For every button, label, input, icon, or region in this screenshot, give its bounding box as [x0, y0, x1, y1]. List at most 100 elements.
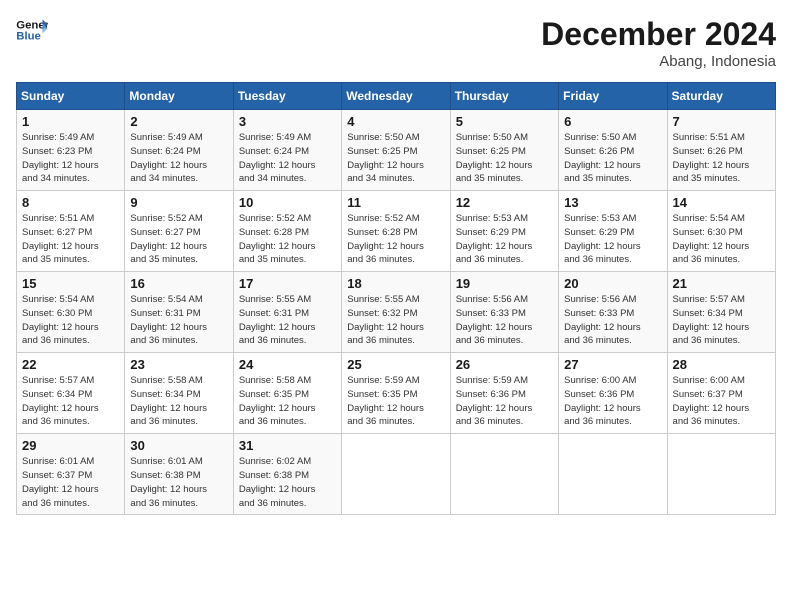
day-info: Sunrise: 6:00 AM Sunset: 6:36 PM Dayligh… — [564, 374, 661, 429]
day-number: 22 — [22, 357, 119, 372]
calendar-cell: 9 Sunrise: 5:52 AM Sunset: 6:27 PM Daylig… — [125, 191, 233, 272]
day-info: Sunrise: 5:52 AM Sunset: 6:28 PM Dayligh… — [347, 212, 444, 267]
day-number: 11 — [347, 195, 444, 210]
calendar-cell: 31 Sunrise: 6:02 AM Sunset: 6:38 PM Dayli… — [233, 434, 341, 515]
day-info: Sunrise: 5:51 AM Sunset: 6:26 PM Dayligh… — [673, 131, 770, 186]
day-number: 26 — [456, 357, 553, 372]
calendar-cell: 20Sunrise: 5:56 AM Sunset: 6:33 PM Dayli… — [559, 272, 667, 353]
day-info: Sunrise: 5:50 AM Sunset: 6:25 PM Dayligh… — [347, 131, 444, 186]
day-info: Sunrise: 5:59 AM Sunset: 6:36 PM Dayligh… — [456, 374, 553, 429]
day-info: Sunrise: 5:49 AM Sunset: 6:23 PM Dayligh… — [22, 131, 119, 186]
calendar-cell: 8 Sunrise: 5:51 AM Sunset: 6:27 PM Daylig… — [17, 191, 125, 272]
day-info: Sunrise: 5:50 AM Sunset: 6:26 PM Dayligh… — [564, 131, 661, 186]
calendar-cell: 17Sunrise: 5:55 AM Sunset: 6:31 PM Dayli… — [233, 272, 341, 353]
day-info: Sunrise: 5:58 AM Sunset: 6:34 PM Dayligh… — [130, 374, 227, 429]
day-info: Sunrise: 5:50 AM Sunset: 6:25 PM Dayligh… — [456, 131, 553, 186]
calendar-cell: 3 Sunrise: 5:49 AM Sunset: 6:24 PM Daylig… — [233, 110, 341, 191]
calendar-cell: 14 Sunrise: 5:54 AM Sunset: 6:30 PM Dayli… — [667, 191, 775, 272]
day-info: Sunrise: 5:54 AM Sunset: 6:30 PM Dayligh… — [673, 212, 770, 267]
day-info: Sunrise: 6:01 AM Sunset: 6:38 PM Dayligh… — [130, 455, 227, 510]
day-info: Sunrise: 5:56 AM Sunset: 6:33 PM Dayligh… — [564, 293, 661, 348]
day-number: 3 — [239, 114, 336, 129]
header-tuesday: Tuesday — [233, 83, 341, 110]
calendar-cell: 5 Sunrise: 5:50 AM Sunset: 6:25 PM Daylig… — [450, 110, 558, 191]
calendar-cell: 30 Sunrise: 6:01 AM Sunset: 6:38 PM Dayli… — [125, 434, 233, 515]
day-info: Sunrise: 5:51 AM Sunset: 6:27 PM Dayligh… — [22, 212, 119, 267]
calendar-body: 1 Sunrise: 5:49 AM Sunset: 6:23 PM Daylig… — [17, 110, 776, 515]
calendar-table: SundayMondayTuesdayWednesdayThursdayFrid… — [16, 82, 776, 515]
day-number: 29 — [22, 438, 119, 453]
day-info: Sunrise: 6:01 AM Sunset: 6:37 PM Dayligh… — [22, 455, 119, 510]
header-monday: Monday — [125, 83, 233, 110]
week-row-5: 29 Sunrise: 6:01 AM Sunset: 6:37 PM Dayli… — [17, 434, 776, 515]
day-info: Sunrise: 5:57 AM Sunset: 6:34 PM Dayligh… — [673, 293, 770, 348]
calendar-cell: 2Sunrise: 5:49 AM Sunset: 6:24 PM Daylig… — [125, 110, 233, 191]
calendar-cell — [342, 434, 450, 515]
day-number: 25 — [347, 357, 444, 372]
header-sunday: Sunday — [17, 83, 125, 110]
calendar-cell: 26 Sunrise: 5:59 AM Sunset: 6:36 PM Dayli… — [450, 353, 558, 434]
calendar-cell — [450, 434, 558, 515]
day-info: Sunrise: 6:02 AM Sunset: 6:38 PM Dayligh… — [239, 455, 336, 510]
day-number: 16 — [130, 276, 227, 291]
header-saturday: Saturday — [667, 83, 775, 110]
title-block: December 2024 Abang, Indonesia — [541, 16, 776, 70]
day-info: Sunrise: 5:56 AM Sunset: 6:33 PM Dayligh… — [456, 293, 553, 348]
calendar-cell — [667, 434, 775, 515]
day-number: 31 — [239, 438, 336, 453]
calendar-cell: 18Sunrise: 5:55 AM Sunset: 6:32 PM Dayli… — [342, 272, 450, 353]
calendar-cell: 19 Sunrise: 5:56 AM Sunset: 6:33 PM Dayli… — [450, 272, 558, 353]
svg-text:Blue: Blue — [16, 31, 41, 43]
calendar-cell: 13Sunrise: 5:53 AM Sunset: 6:29 PM Dayli… — [559, 191, 667, 272]
day-number: 28 — [673, 357, 770, 372]
day-number: 27 — [564, 357, 661, 372]
day-number: 10 — [239, 195, 336, 210]
day-number: 19 — [456, 276, 553, 291]
day-number: 2 — [130, 114, 227, 129]
calendar-cell: 15Sunrise: 5:54 AM Sunset: 6:30 PM Dayli… — [17, 272, 125, 353]
day-number: 17 — [239, 276, 336, 291]
day-info: Sunrise: 5:57 AM Sunset: 6:34 PM Dayligh… — [22, 374, 119, 429]
calendar-cell: 11 Sunrise: 5:52 AM Sunset: 6:28 PM Dayli… — [342, 191, 450, 272]
calendar-cell: 23Sunrise: 5:58 AM Sunset: 6:34 PM Dayli… — [125, 353, 233, 434]
day-info: Sunrise: 5:54 AM Sunset: 6:30 PM Dayligh… — [22, 293, 119, 348]
week-row-1: 1 Sunrise: 5:49 AM Sunset: 6:23 PM Daylig… — [17, 110, 776, 191]
week-row-3: 15Sunrise: 5:54 AM Sunset: 6:30 PM Dayli… — [17, 272, 776, 353]
calendar-cell: 29 Sunrise: 6:01 AM Sunset: 6:37 PM Dayli… — [17, 434, 125, 515]
header-friday: Friday — [559, 83, 667, 110]
day-number: 9 — [130, 195, 227, 210]
day-number: 6 — [564, 114, 661, 129]
week-row-4: 22 Sunrise: 5:57 AM Sunset: 6:34 PM Dayli… — [17, 353, 776, 434]
calendar-cell: 10Sunrise: 5:52 AM Sunset: 6:28 PM Dayli… — [233, 191, 341, 272]
day-info: Sunrise: 5:59 AM Sunset: 6:35 PM Dayligh… — [347, 374, 444, 429]
day-number: 1 — [22, 114, 119, 129]
logo-icon: General Blue — [16, 16, 48, 44]
day-number: 5 — [456, 114, 553, 129]
calendar-cell: 28 Sunrise: 6:00 AM Sunset: 6:37 PM Dayli… — [667, 353, 775, 434]
day-info: Sunrise: 5:49 AM Sunset: 6:24 PM Dayligh… — [239, 131, 336, 186]
calendar-cell — [559, 434, 667, 515]
day-number: 8 — [22, 195, 119, 210]
header-wednesday: Wednesday — [342, 83, 450, 110]
day-number: 30 — [130, 438, 227, 453]
calendar-header-row: SundayMondayTuesdayWednesdayThursdayFrid… — [17, 83, 776, 110]
day-number: 24 — [239, 357, 336, 372]
day-info: Sunrise: 5:52 AM Sunset: 6:27 PM Dayligh… — [130, 212, 227, 267]
calendar-cell: 16 Sunrise: 5:54 AM Sunset: 6:31 PM Dayli… — [125, 272, 233, 353]
calendar-cell: 21Sunrise: 5:57 AM Sunset: 6:34 PM Dayli… — [667, 272, 775, 353]
week-row-2: 8 Sunrise: 5:51 AM Sunset: 6:27 PM Daylig… — [17, 191, 776, 272]
day-number: 7 — [673, 114, 770, 129]
day-number: 14 — [673, 195, 770, 210]
day-info: Sunrise: 5:58 AM Sunset: 6:35 PM Dayligh… — [239, 374, 336, 429]
calendar-cell: 22 Sunrise: 5:57 AM Sunset: 6:34 PM Dayli… — [17, 353, 125, 434]
day-info: Sunrise: 5:53 AM Sunset: 6:29 PM Dayligh… — [564, 212, 661, 267]
calendar-cell: 6 Sunrise: 5:50 AM Sunset: 6:26 PM Daylig… — [559, 110, 667, 191]
day-number: 12 — [456, 195, 553, 210]
day-info: Sunrise: 6:00 AM Sunset: 6:37 PM Dayligh… — [673, 374, 770, 429]
day-info: Sunrise: 5:55 AM Sunset: 6:32 PM Dayligh… — [347, 293, 444, 348]
day-info: Sunrise: 5:54 AM Sunset: 6:31 PM Dayligh… — [130, 293, 227, 348]
header-thursday: Thursday — [450, 83, 558, 110]
logo: General Blue — [16, 16, 48, 44]
calendar-cell: 7 Sunrise: 5:51 AM Sunset: 6:26 PM Daylig… — [667, 110, 775, 191]
day-info: Sunrise: 5:53 AM Sunset: 6:29 PM Dayligh… — [456, 212, 553, 267]
